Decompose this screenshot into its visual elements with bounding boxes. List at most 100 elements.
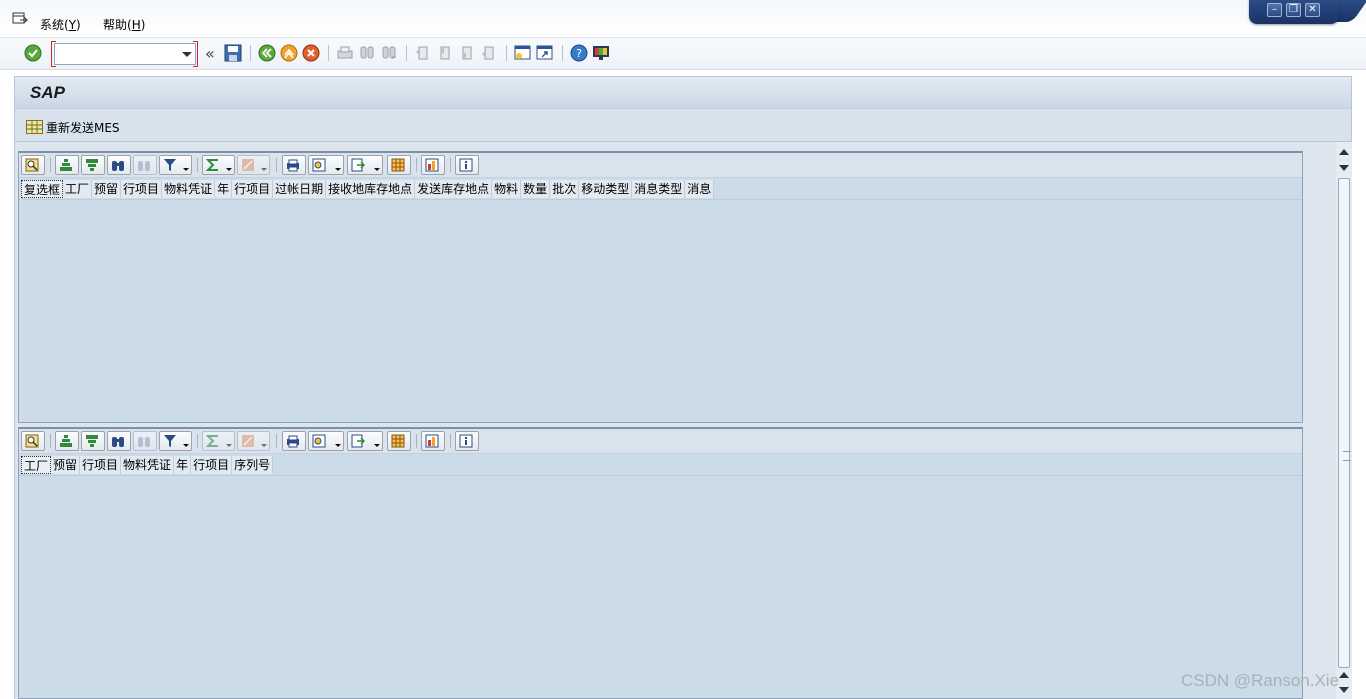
find-button[interactable] <box>107 155 131 175</box>
column-header[interactable]: 年 <box>174 456 192 474</box>
save-icon[interactable] <box>224 44 242 62</box>
command-input[interactable] <box>57 45 177 63</box>
subtotal-icon <box>242 435 254 447</box>
sort-ascending-button[interactable] <box>55 155 79 175</box>
scroll-up-bottom-icon[interactable] <box>1339 672 1349 678</box>
filter-button[interactable] <box>159 155 192 175</box>
column-header[interactable]: 年 <box>215 180 233 198</box>
column-header[interactable]: 移动类型 <box>579 180 633 198</box>
toolbar-separator <box>250 45 251 61</box>
last-page-icon <box>482 46 494 60</box>
minimize-button[interactable]: – <box>1267 3 1282 17</box>
svg-text:?: ? <box>576 47 582 60</box>
export-button[interactable] <box>347 155 383 175</box>
menu-help-end: ) <box>140 18 146 32</box>
binoculars-icon <box>112 161 124 171</box>
close-button[interactable]: ✕ <box>1305 3 1320 17</box>
total-dropdown-arrow <box>226 444 232 447</box>
customize-layout-icon[interactable] <box>592 44 610 62</box>
column-header[interactable]: 发送库存地点 <box>415 180 493 198</box>
total-button[interactable] <box>202 155 235 175</box>
vertical-scrollbar[interactable] <box>1336 142 1352 699</box>
find-button[interactable] <box>107 431 131 451</box>
grid-separator <box>450 434 451 448</box>
find-icon <box>360 46 374 59</box>
column-header[interactable]: 行项目 <box>80 456 122 474</box>
subtotal-dropdown-arrow <box>261 168 267 171</box>
shortcut-icon[interactable] <box>536 44 554 62</box>
menu-system[interactable]: 系统(Y) <box>40 16 81 33</box>
column-header[interactable]: 物料 <box>492 180 522 198</box>
print-preview-button[interactable] <box>282 431 306 451</box>
column-header[interactable]: 消息类型 <box>632 180 686 198</box>
layout-button[interactable] <box>387 155 411 175</box>
resend-mes-button[interactable]: 重新发送MES <box>26 118 120 136</box>
grid-separator <box>50 158 51 172</box>
column-header[interactable]: 预留 <box>51 456 81 474</box>
grid-separator <box>416 158 417 172</box>
sort-descending-button[interactable] <box>81 155 105 175</box>
command-dropdown-icon[interactable] <box>182 52 192 57</box>
views-button[interactable] <box>308 431 344 451</box>
graphic-button[interactable] <box>421 431 445 451</box>
column-header[interactable]: 行项目 <box>121 180 163 198</box>
total-button <box>202 431 235 451</box>
help-icon[interactable]: ? <box>570 44 588 62</box>
enter-check-icon[interactable] <box>24 44 42 62</box>
exit-icon[interactable] <box>280 44 298 62</box>
filter-button[interactable] <box>159 431 192 451</box>
views-button[interactable] <box>308 155 344 175</box>
layout-button[interactable] <box>387 431 411 451</box>
scroll-down-icon[interactable] <box>1339 165 1349 171</box>
column-header[interactable]: 序列号 <box>232 456 274 474</box>
restore-button[interactable]: ❐ <box>1286 3 1301 17</box>
scroll-grip-icon[interactable] <box>1343 451 1351 461</box>
previous-page-icon <box>440 46 450 60</box>
scroll-down-bottom-icon[interactable] <box>1339 687 1349 693</box>
menu-help[interactable]: 帮助(H) <box>103 16 145 33</box>
menu-window-icon[interactable] <box>12 12 28 26</box>
details-button[interactable] <box>21 155 45 175</box>
info-button[interactable] <box>455 431 479 451</box>
resend-mes-label: 重新发送MES <box>46 120 120 135</box>
column-header[interactable]: 复选框 <box>21 180 64 198</box>
collapse-chevron-icon[interactable]: « <box>205 44 215 63</box>
column-header[interactable]: 消息 <box>685 180 715 198</box>
column-header[interactable]: 物料凭证 <box>121 456 175 474</box>
toolbar-separator <box>328 45 329 61</box>
print-preview-button[interactable] <box>282 155 306 175</box>
column-header[interactable]: 接收地库存地点 <box>326 180 416 198</box>
graphic-button[interactable] <box>421 155 445 175</box>
layout-grid-icon <box>391 158 405 172</box>
column-header[interactable]: 行项目 <box>191 456 233 474</box>
views-dropdown-arrow <box>335 168 341 171</box>
cancel-icon[interactable] <box>302 44 320 62</box>
menu-bar: 系统(Y) 帮助(H) <box>0 0 1366 38</box>
export-icon <box>351 158 365 172</box>
column-header[interactable]: 批次 <box>550 180 580 198</box>
export-button[interactable] <box>347 431 383 451</box>
back-icon[interactable] <box>258 44 276 62</box>
column-header[interactable]: 行项目 <box>232 180 274 198</box>
info-button[interactable] <box>455 155 479 175</box>
standard-toolbar: « ? <box>0 38 1366 70</box>
info-icon <box>459 158 473 172</box>
sort-ascending-button[interactable] <box>55 431 79 451</box>
column-header[interactable]: 预留 <box>92 180 122 198</box>
export-icon <box>351 434 365 448</box>
column-header[interactable]: 物料凭证 <box>162 180 216 198</box>
column-header[interactable]: 过帐日期 <box>273 180 327 198</box>
scroll-up-icon[interactable] <box>1339 149 1349 155</box>
column-header[interactable]: 数量 <box>521 180 551 198</box>
details-button[interactable] <box>21 431 45 451</box>
filter-dropdown-arrow <box>183 444 189 447</box>
sort-descending-button[interactable] <box>81 431 105 451</box>
column-header[interactable]: 工厂 <box>63 180 93 198</box>
title-bar: SAP <box>14 76 1352 108</box>
scroll-track[interactable] <box>1338 178 1351 668</box>
command-field[interactable] <box>54 43 196 65</box>
column-header[interactable]: 工厂 <box>21 456 52 474</box>
grid-separator <box>197 434 198 448</box>
new-session-icon[interactable] <box>514 44 532 62</box>
menu-system-accel: Y <box>68 18 77 32</box>
